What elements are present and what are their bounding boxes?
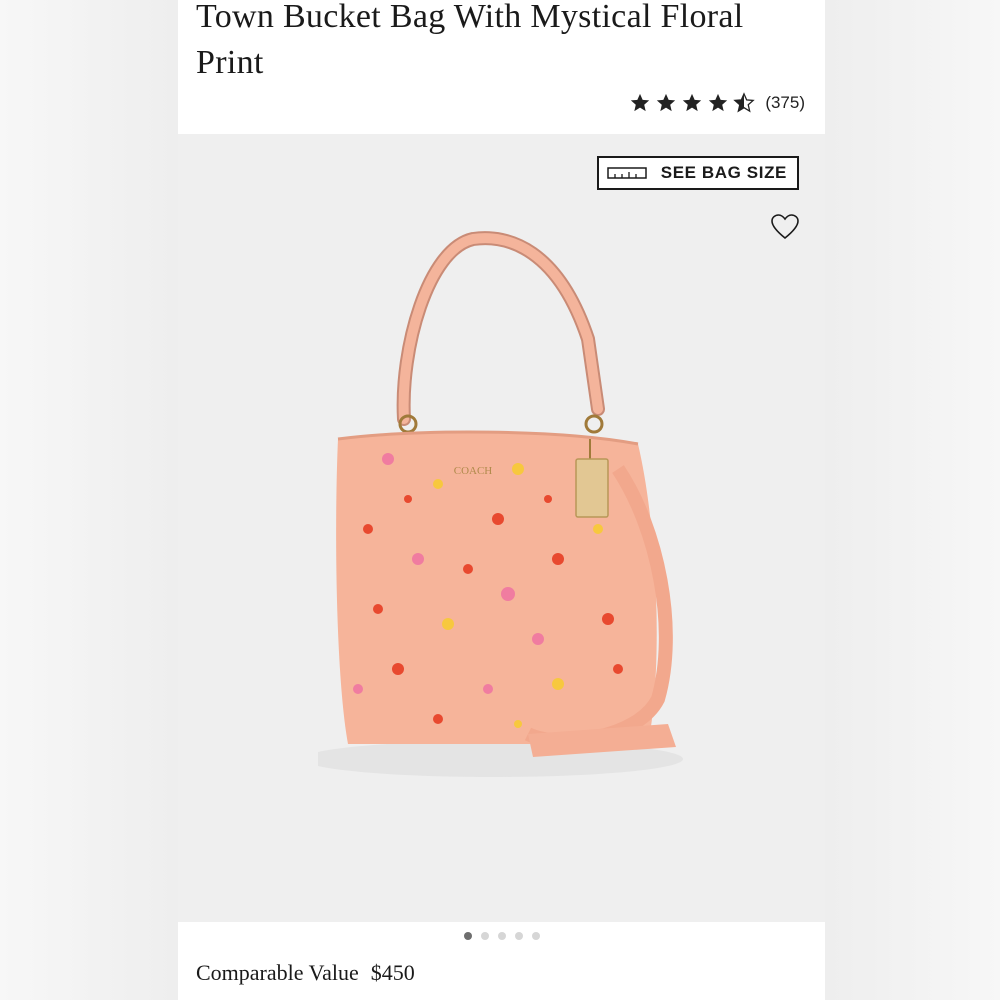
ruler-icon bbox=[607, 167, 647, 179]
see-bag-size-button[interactable]: SEE BAG SIZE bbox=[596, 156, 799, 190]
right-backdrop bbox=[825, 0, 1000, 1000]
comparable-value: Comparable Value $450 bbox=[196, 960, 415, 986]
svg-text:COACH: COACH bbox=[454, 465, 493, 477]
star-icon bbox=[709, 93, 728, 112]
star-icon bbox=[657, 93, 676, 112]
product-rating[interactable]: (375) bbox=[629, 92, 805, 114]
product-image-area[interactable]: SEE BAG SIZE COACH bbox=[178, 134, 825, 922]
rating-stars bbox=[629, 92, 756, 114]
bag-image: COACH bbox=[318, 231, 683, 777]
see-bag-size-label: SEE BAG SIZE bbox=[660, 163, 787, 182]
carousel-dot[interactable] bbox=[480, 932, 489, 940]
star-icon bbox=[631, 93, 650, 112]
comparable-value-label: Comparable Value bbox=[196, 960, 359, 985]
star-icon bbox=[683, 93, 702, 112]
carousel-dot[interactable] bbox=[514, 932, 523, 940]
carousel-dot[interactable] bbox=[497, 932, 506, 940]
star-half-icon bbox=[733, 92, 756, 113]
left-backdrop bbox=[0, 0, 178, 1000]
comparable-value-amount: $450 bbox=[370, 960, 415, 985]
carousel-indicators bbox=[178, 932, 825, 940]
heart-icon[interactable] bbox=[771, 214, 799, 240]
carousel-dot[interactable] bbox=[463, 932, 472, 940]
carousel-dot[interactable] bbox=[531, 932, 540, 940]
product-title: Town Bucket Bag With Mystical Floral Pri… bbox=[196, 0, 744, 81]
product-page: Town Bucket Bag With Mystical Floral Pri… bbox=[178, 0, 825, 1000]
review-count[interactable]: (375) bbox=[765, 93, 805, 113]
